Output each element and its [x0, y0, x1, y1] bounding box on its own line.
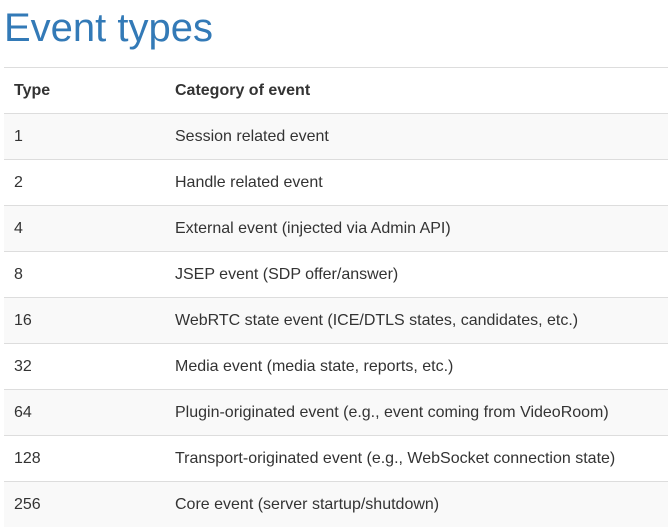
- cell-type: 8: [4, 251, 154, 298]
- cell-category: Plugin-originated event (e.g., event com…: [154, 389, 668, 436]
- cell-type: 64: [4, 389, 154, 436]
- cell-category: WebRTC state event (ICE/DTLS states, can…: [154, 297, 668, 344]
- table-header: Type Category of event: [4, 67, 668, 114]
- table-row: 1 Session related event: [4, 113, 668, 160]
- cell-category: Handle related event: [154, 159, 668, 206]
- table-body: 1 Session related event 2 Handle related…: [4, 113, 668, 527]
- cell-category: External event (injected via Admin API): [154, 205, 668, 252]
- cell-type: 2: [4, 159, 154, 206]
- column-header-type: Type: [4, 67, 154, 114]
- cell-type: 32: [4, 343, 154, 390]
- cell-type: 256: [4, 481, 154, 527]
- table-row: 16 WebRTC state event (ICE/DTLS states, …: [4, 297, 668, 344]
- cell-type: 4: [4, 205, 154, 252]
- table-row: 128 Transport-originated event (e.g., We…: [4, 435, 668, 482]
- table-row: 2 Handle related event: [4, 159, 668, 206]
- cell-category: Session related event: [154, 113, 668, 160]
- cell-category: Media event (media state, reports, etc.): [154, 343, 668, 390]
- page-title: Event types: [4, 6, 214, 50]
- header-row: Type Category of event: [4, 67, 668, 114]
- cell-type: 1: [4, 113, 154, 160]
- table-row: 32 Media event (media state, reports, et…: [4, 343, 668, 390]
- event-types-table: Type Category of event 1 Session related…: [4, 67, 668, 527]
- column-header-category: Category of event: [154, 67, 668, 114]
- table-row: 64 Plugin-originated event (e.g., event …: [4, 389, 668, 436]
- table-row: 256 Core event (server startup/shutdown): [4, 481, 668, 527]
- cell-type: 128: [4, 435, 154, 482]
- cell-category: JSEP event (SDP offer/answer): [154, 251, 668, 298]
- cell-category: Transport-originated event (e.g., WebSoc…: [154, 435, 668, 482]
- cell-type: 16: [4, 297, 154, 344]
- table-row: 4 External event (injected via Admin API…: [4, 205, 668, 252]
- table-row: 8 JSEP event (SDP offer/answer): [4, 251, 668, 298]
- cell-category: Core event (server startup/shutdown): [154, 481, 668, 527]
- page: Event types Type Category of event 1 Ses…: [0, 0, 668, 532]
